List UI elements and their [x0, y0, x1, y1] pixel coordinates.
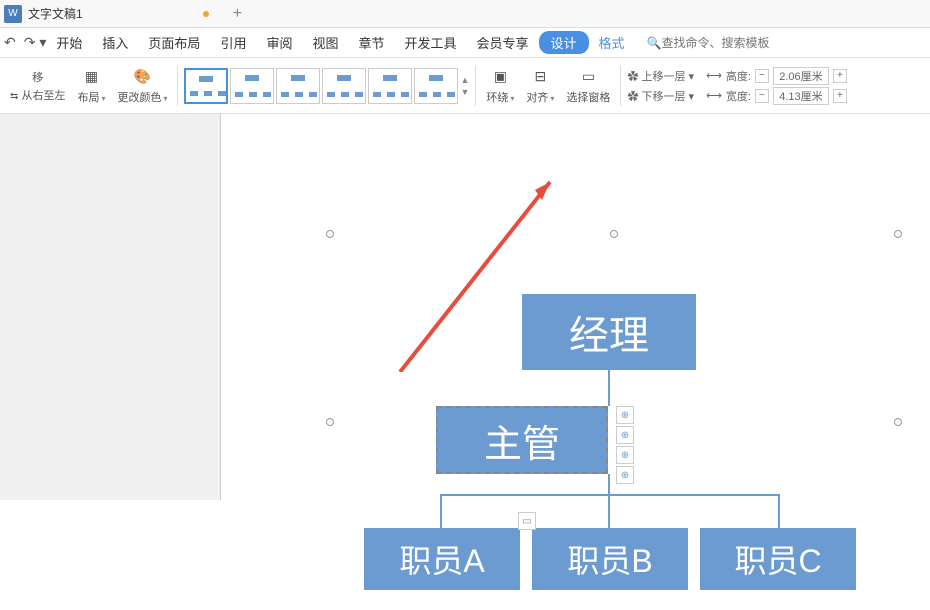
- height-label: 高度:: [726, 68, 751, 84]
- selection-frame: [330, 234, 898, 610]
- width-plus-button[interactable]: +: [833, 89, 847, 103]
- app-icon: W: [4, 5, 22, 23]
- menu-insert[interactable]: 插入: [92, 33, 138, 52]
- layout-style-2[interactable]: [230, 68, 274, 104]
- resize-handle-w[interactable]: [326, 418, 334, 426]
- menu-page-layout[interactable]: 页面布局: [138, 33, 210, 52]
- size-controls: ⟷ 高度: − + ⟷ 宽度: − +: [706, 67, 847, 105]
- move-label[interactable]: 移: [32, 69, 43, 85]
- resize-handle-ne[interactable]: [894, 230, 902, 238]
- wrap-group[interactable]: ▣ 环绕▾: [482, 67, 518, 105]
- chevron-down-icon: ▾: [163, 94, 167, 103]
- wrap-icon: ▣: [490, 67, 510, 87]
- layout-style-4[interactable]: [322, 68, 366, 104]
- menu-review[interactable]: 审阅: [256, 33, 302, 52]
- chevron-down-icon: ▾: [550, 94, 554, 103]
- height-minus-button[interactable]: −: [755, 69, 769, 83]
- menu-view[interactable]: 视图: [302, 33, 348, 52]
- menu-member[interactable]: 会员专享: [467, 33, 539, 52]
- layout-style-5[interactable]: [368, 68, 412, 104]
- height-icon: ⟷: [706, 69, 722, 82]
- undo-icon[interactable]: ↶: [4, 34, 16, 51]
- select-pane-group[interactable]: ▭ 选择窗格: [562, 67, 614, 105]
- unsaved-indicator: [203, 11, 209, 17]
- undo-redo-group: ↶ ↷ ▾: [4, 34, 46, 51]
- rtl-label[interactable]: ⇆ 从右至左: [10, 87, 65, 103]
- height-plus-button[interactable]: +: [833, 69, 847, 83]
- search-icon: 🔍: [647, 36, 662, 50]
- down-layer-button[interactable]: ✿ 下移一层 ▾: [627, 88, 694, 104]
- up-layer-button[interactable]: ✿ 上移一层 ▾: [627, 68, 694, 84]
- align-icon: ⊟: [530, 67, 550, 87]
- layout-group[interactable]: ▦ 布局▾: [73, 67, 109, 105]
- divider: [475, 66, 476, 106]
- redo-icon[interactable]: ↷ ▾: [24, 34, 47, 51]
- menu-reference[interactable]: 引用: [210, 33, 256, 52]
- document-canvas[interactable]: 经理 主管 职员A 职员B 职员C ⊕ ⊕ ⊕ ⊕ ▭: [0, 114, 930, 500]
- layout-style-1[interactable]: [184, 68, 228, 104]
- chevron-down-icon: ▾: [101, 94, 105, 103]
- select-pane-icon: ▭: [578, 67, 598, 87]
- width-icon: ⟷: [706, 89, 722, 102]
- color-icon: 🎨: [132, 67, 152, 87]
- menu-design[interactable]: 设计: [539, 31, 589, 54]
- move-group: 移 ⇆ 从右至左: [6, 69, 69, 103]
- divider: [620, 66, 621, 106]
- layout-style-3[interactable]: [276, 68, 320, 104]
- layout-style-6[interactable]: [414, 68, 458, 104]
- layout-icon: ▦: [81, 67, 101, 87]
- width-minus-button[interactable]: −: [755, 89, 769, 103]
- search-input[interactable]: [662, 36, 782, 50]
- menu-start[interactable]: 开始: [46, 33, 92, 52]
- align-group[interactable]: ⊟ 对齐▾: [522, 67, 558, 105]
- menu-format[interactable]: 格式: [589, 33, 635, 52]
- search-box[interactable]: 🔍: [647, 36, 782, 50]
- chevron-down-icon: ▾: [510, 94, 514, 103]
- titlebar: W 文字文稿1 +: [0, 0, 930, 28]
- divider: [177, 66, 178, 106]
- menu-dev-tools[interactable]: 开发工具: [395, 33, 467, 52]
- menubar: ↶ ↷ ▾ 开始 插入 页面布局 引用 审阅 视图 章节 开发工具 会员专享 设…: [0, 28, 930, 58]
- menu-chapter[interactable]: 章节: [348, 33, 394, 52]
- resize-handle-n[interactable]: [610, 230, 618, 238]
- width-input[interactable]: [773, 87, 829, 105]
- width-label: 宽度:: [726, 88, 751, 104]
- gallery-down-icon[interactable]: ▼: [460, 87, 469, 97]
- new-tab-button[interactable]: +: [233, 5, 242, 23]
- height-input[interactable]: [773, 67, 829, 85]
- layout-style-gallery[interactable]: ▲ ▼: [184, 68, 469, 104]
- resize-handle-nw[interactable]: [326, 230, 334, 238]
- resize-handle-e[interactable]: [894, 418, 902, 426]
- ribbon-toolbar: 移 ⇆ 从右至左 ▦ 布局▾ 🎨 更改颜色▾ ▲ ▼ ▣ 环绕▾ ⊟ 对齐▾ ▭…: [0, 58, 930, 114]
- gallery-up-icon[interactable]: ▲: [460, 75, 469, 85]
- change-color-group[interactable]: 🎨 更改颜色▾: [113, 67, 171, 105]
- document-title[interactable]: 文字文稿1: [28, 5, 83, 22]
